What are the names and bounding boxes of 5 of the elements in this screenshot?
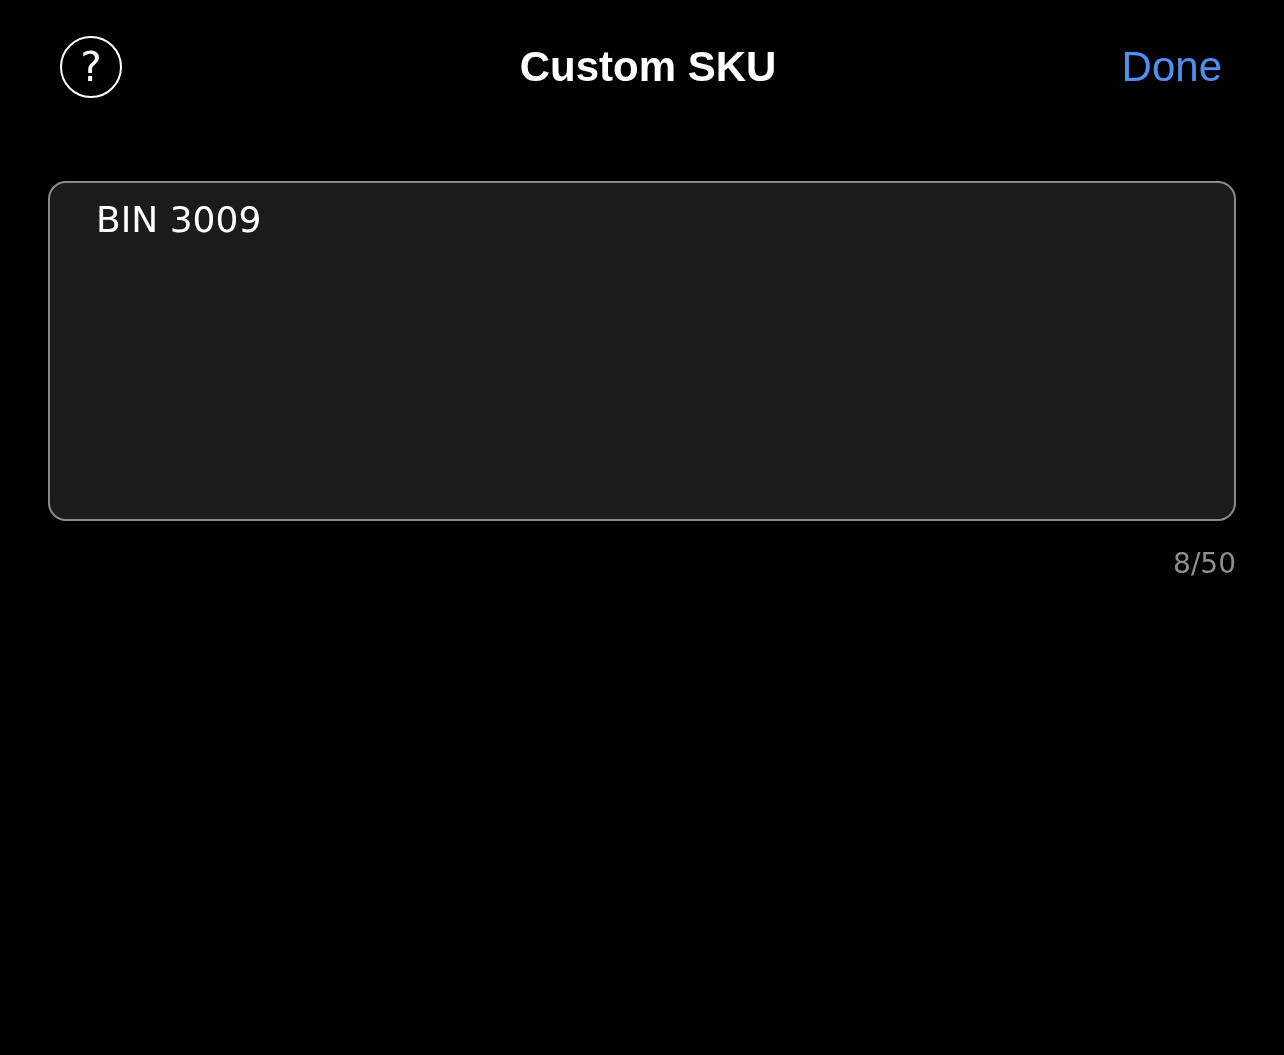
character-count: 8/50 [1173, 547, 1236, 580]
done-button[interactable]: Done [1121, 43, 1222, 91]
sku-field[interactable]: BIN 3009 [48, 181, 1236, 521]
help-button[interactable]: ? [60, 36, 122, 98]
screen-title: Custom SKU [519, 43, 777, 91]
